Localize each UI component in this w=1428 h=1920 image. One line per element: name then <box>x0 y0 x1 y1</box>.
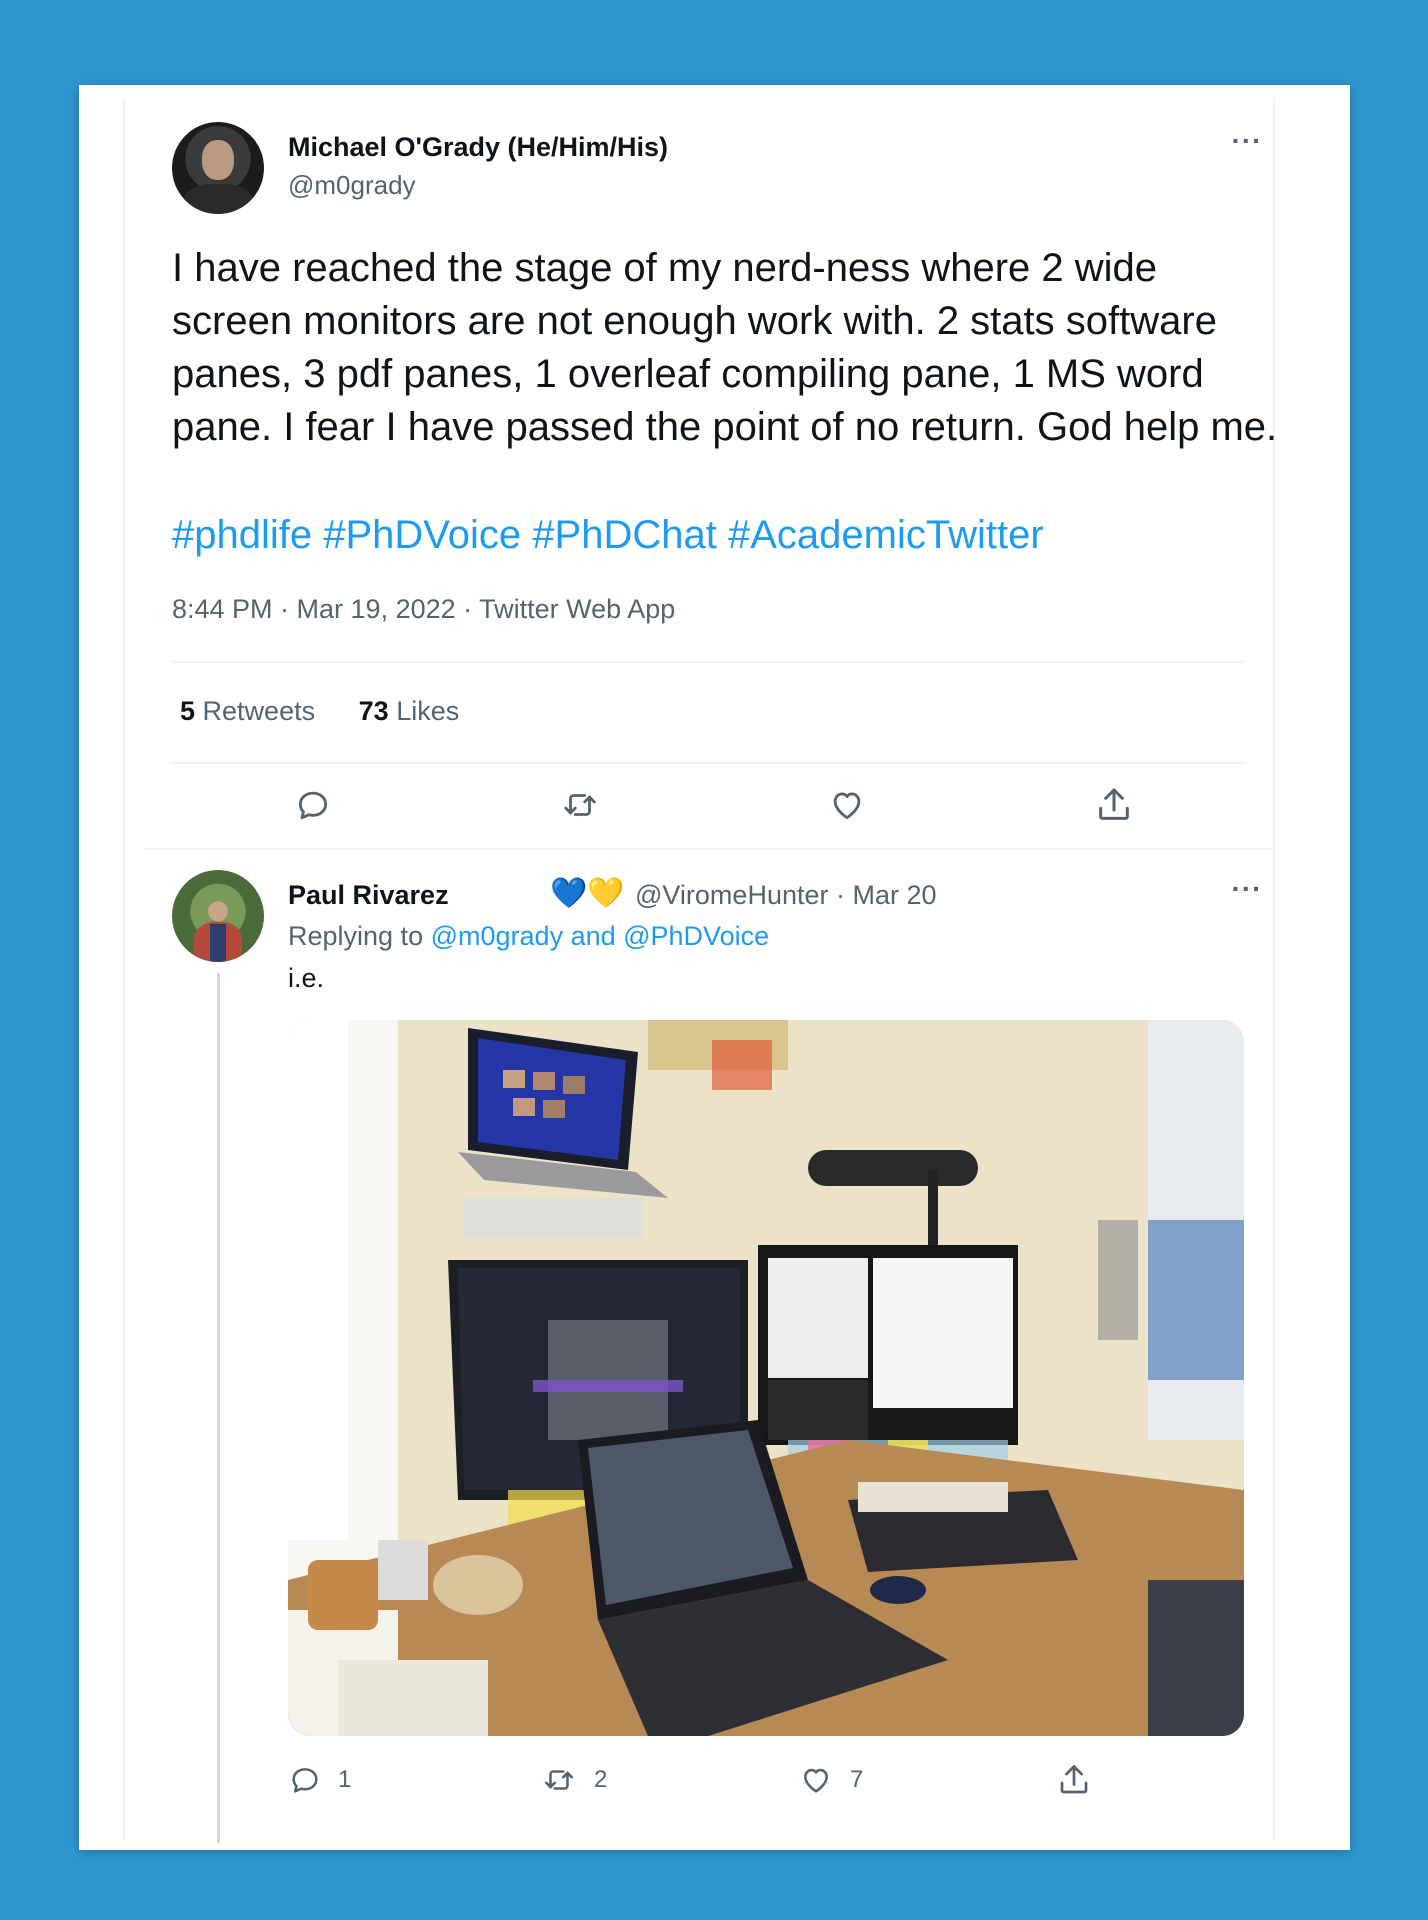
reply-handle-date[interactable]: @ViromeHunter · Mar 20 <box>635 880 937 911</box>
retweet-icon <box>544 1770 574 1790</box>
thread-line <box>217 973 220 1843</box>
tweet-stats: 5 Retweets 73 Likes <box>180 696 495 727</box>
divider <box>145 848 1273 850</box>
more-options-button[interactable]: ··· <box>1222 127 1272 158</box>
hashtag-list: #phdlife #PhDVoice #PhDChat #AcademicTwi… <box>172 509 1044 562</box>
reply-photo[interactable] <box>288 1020 1244 1736</box>
author-handle[interactable]: @m0grady <box>288 170 416 201</box>
hashtag-phdchat[interactable]: #PhDChat <box>532 513 717 557</box>
like-count: 7 <box>850 1766 864 1793</box>
desk-setup-image <box>288 1020 1244 1736</box>
likes-stat[interactable]: 73 Likes <box>359 696 460 726</box>
hashtag-phdvoice[interactable]: #PhDVoice <box>323 513 521 557</box>
tweet-card: Michael O'Grady (He/Him/His) @m0grady ··… <box>79 85 1350 1850</box>
divider <box>172 661 1244 663</box>
reply-icon <box>292 1768 318 1793</box>
avatar-shirt <box>184 184 252 214</box>
reply-action-bar: 1 2 7 <box>288 1755 1244 1805</box>
replying-to: Replying to @m0grady and @PhDVoice <box>288 921 769 952</box>
border-line-left <box>123 100 125 1840</box>
retweet-button[interactable] <box>550 775 610 835</box>
retweet-count: 2 <box>594 1766 608 1793</box>
share-button[interactable] <box>1084 775 1144 835</box>
tweet-header: Michael O'Grady (He/Him/His) @m0grady ··… <box>172 122 1272 218</box>
tweet-text: I have reached the stage of my nerd-ness… <box>172 246 1278 449</box>
divider <box>172 762 1244 764</box>
reply-like-button[interactable]: 7 <box>798 1755 863 1805</box>
likes-label: Likes <box>396 696 460 726</box>
hashtag-academictwitter[interactable]: #AcademicTwitter <box>728 513 1044 557</box>
retweets-count: 5 <box>180 696 196 726</box>
like-button[interactable] <box>817 775 877 835</box>
avatar-vest <box>210 924 226 962</box>
share-icon <box>1099 788 1129 820</box>
reply-icon <box>298 791 328 820</box>
reply-share-button[interactable] <box>1056 1755 1092 1805</box>
reply-retweet-button[interactable]: 2 <box>540 1755 607 1805</box>
likes-count: 73 <box>358 696 389 726</box>
hashtag-phdlife[interactable]: #phdlife <box>172 513 312 557</box>
tweet-action-bar <box>172 775 1244 835</box>
replying-to-links[interactable]: @m0grady and @PhDVoice <box>431 921 770 951</box>
heart-icon <box>833 792 861 820</box>
heart-icon <box>804 1768 828 1793</box>
reply-author-name[interactable]: Paul Rivarez <box>288 880 449 911</box>
heart-badges: 💙💛 <box>550 877 625 910</box>
retweets-stat[interactable]: 5 Retweets <box>180 696 315 726</box>
replying-prefix: Replying to <box>288 921 424 951</box>
reply-author-avatar[interactable] <box>172 870 264 962</box>
author-name[interactable]: Michael O'Grady (He/Him/His) <box>288 132 668 163</box>
author-avatar[interactable] <box>172 122 264 214</box>
reply-text: i.e. <box>288 963 325 993</box>
reply-reply-button[interactable]: 1 <box>288 1755 351 1805</box>
avatar-face <box>202 140 234 180</box>
tweet-timestamp[interactable]: 8:44 PM · Mar 19, 2022 · Twitter Web App <box>172 594 675 625</box>
share-icon <box>1060 1765 1088 1794</box>
reply-header: Paul Rivarez 💙💛 @ViromeHunter · Mar 20 ·… <box>172 870 1272 1010</box>
reply-button[interactable] <box>283 775 343 835</box>
retweets-label: Retweets <box>202 696 316 726</box>
retweet-icon <box>564 794 596 816</box>
reply-more-options-button[interactable]: ··· <box>1222 875 1272 906</box>
reply-count: 1 <box>338 1766 352 1793</box>
